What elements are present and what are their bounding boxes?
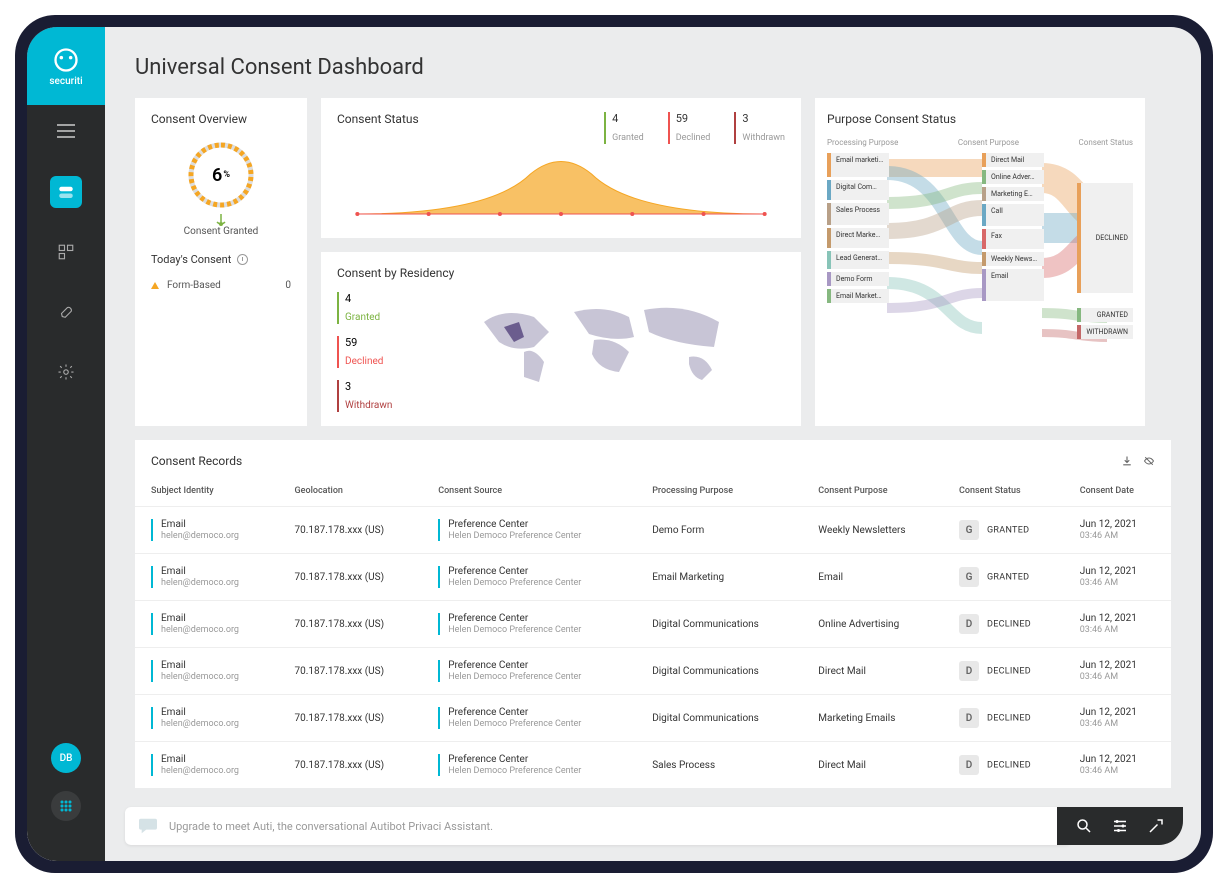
sidebar: securiti DB bbox=[27, 27, 105, 861]
brand-logo[interactable]: securiti bbox=[27, 27, 105, 105]
card-title: Consent Overview bbox=[151, 112, 291, 126]
hamburger-menu[interactable] bbox=[57, 123, 75, 142]
stat-declined: 59Declined bbox=[668, 112, 711, 144]
sankey-node: Call bbox=[982, 204, 1044, 226]
res-granted: 4Granted bbox=[337, 292, 392, 324]
card-title: Consent Status bbox=[337, 112, 419, 126]
card-title: Consent by Residency bbox=[337, 266, 785, 280]
clock-icon bbox=[237, 254, 248, 265]
table-row[interactable]: Emailhelen@democo.org70.187.178.xxx (US)… bbox=[135, 742, 1171, 789]
table-row[interactable]: Emailhelen@democo.org70.187.178.xxx (US)… bbox=[135, 695, 1171, 742]
table-header[interactable]: Consent Status bbox=[949, 478, 1070, 507]
search-icon[interactable] bbox=[1075, 817, 1093, 835]
sankey-node: WITHDRAWN bbox=[1077, 325, 1133, 339]
gauge-unit: % bbox=[223, 170, 230, 180]
card-purpose-consent-status: Purpose Consent Status Processing Purpos… bbox=[815, 98, 1145, 426]
sankey-node: GRANTED bbox=[1077, 308, 1133, 322]
res-withdrawn: 3Withdrawn bbox=[337, 380, 392, 412]
wrench-icon bbox=[57, 303, 75, 321]
stat-granted: 4Granted bbox=[604, 112, 644, 144]
logo-icon bbox=[52, 46, 80, 74]
sankey-header: Consent Purpose bbox=[958, 138, 1019, 147]
table-row[interactable]: Emailhelen@democo.org70.187.178.xxx (US)… bbox=[135, 507, 1171, 554]
table-row[interactable]: Emailhelen@democo.org70.187.178.xxx (US)… bbox=[135, 601, 1171, 648]
gauge-chart: 6% bbox=[184, 138, 258, 212]
user-avatar[interactable]: DB bbox=[51, 743, 81, 773]
assistant-text: Upgrade to meet Auti, the conversational… bbox=[169, 820, 493, 833]
sankey-node: DECLINED bbox=[1077, 183, 1133, 293]
sankey-node: Marketing E… bbox=[982, 187, 1044, 201]
records-table: Subject IdentityGeolocationConsent Sourc… bbox=[135, 478, 1171, 788]
apps-icon[interactable] bbox=[51, 791, 81, 821]
today-label: Today's Consent bbox=[151, 253, 231, 266]
sankey-node: Sales Process bbox=[827, 203, 889, 225]
card-consent-overview: Consent Overview 6% Consent Granted Toda… bbox=[135, 98, 307, 426]
card-consent-residency: Consent by Residency 4Granted 59Declined… bbox=[321, 252, 801, 426]
gear-icon bbox=[57, 363, 75, 381]
chat-icon bbox=[137, 817, 159, 835]
sankey-node: Weekly News… bbox=[982, 252, 1044, 266]
metric-label: Form-Based bbox=[167, 280, 221, 291]
sliders-icon[interactable] bbox=[1111, 817, 1129, 835]
sankey-node: Fax bbox=[982, 229, 1044, 249]
nav-item-tools[interactable] bbox=[50, 296, 82, 328]
main-content: Universal Consent Dashboard Consent Over… bbox=[105, 27, 1201, 861]
nav-item-consent[interactable] bbox=[50, 176, 82, 208]
table-row[interactable]: Emailhelen@democo.org70.187.178.xxx (US)… bbox=[135, 648, 1171, 695]
sankey-node: Digital Com… bbox=[827, 180, 889, 200]
toggle-icon bbox=[57, 183, 75, 201]
card-title: Purpose Consent Status bbox=[827, 112, 1133, 126]
res-declined: 59Declined bbox=[337, 336, 392, 368]
triangle-icon bbox=[151, 282, 159, 289]
sankey-node: Online Adver… bbox=[982, 170, 1044, 184]
world-map bbox=[422, 292, 785, 392]
visibility-off-icon[interactable] bbox=[1143, 455, 1155, 467]
card-consent-records: Consent Records Subject IdentityGeolocat… bbox=[135, 440, 1171, 788]
sankey-node: Demo Form bbox=[827, 272, 889, 286]
gauge-value: 6 bbox=[212, 165, 222, 186]
gauge-label: Consent Granted bbox=[184, 226, 259, 237]
expand-icon[interactable] bbox=[1147, 817, 1165, 835]
grid-icon bbox=[57, 243, 75, 261]
nav-item-settings[interactable] bbox=[50, 356, 82, 388]
page-title: Universal Consent Dashboard bbox=[135, 55, 1171, 80]
sankey-node: Lead Generat… bbox=[827, 251, 889, 269]
records-title: Consent Records bbox=[151, 454, 242, 468]
sankey-node: Email Market… bbox=[827, 289, 889, 303]
bell-curve-chart bbox=[337, 154, 785, 224]
metric-value: 0 bbox=[285, 280, 291, 291]
nav-item-dashboard[interactable] bbox=[50, 236, 82, 268]
sankey-header: Processing Purpose bbox=[827, 138, 898, 147]
table-header[interactable]: Subject Identity bbox=[135, 478, 285, 507]
bottom-toolbar bbox=[1057, 807, 1183, 845]
sankey-header: Consent Status bbox=[1079, 138, 1133, 147]
assistant-bar[interactable]: Upgrade to meet Auti, the conversational… bbox=[125, 807, 1071, 845]
sankey-node: Email marketi… bbox=[827, 153, 889, 177]
brand-text: securiti bbox=[49, 76, 82, 87]
sankey-chart: Email marketi… Digital Com… Sales Proces… bbox=[827, 153, 1133, 353]
card-consent-status: Consent Status 4Granted 59Declined 3With… bbox=[321, 98, 801, 238]
table-header[interactable]: Consent Date bbox=[1070, 478, 1171, 507]
sankey-node: Email bbox=[982, 269, 1044, 301]
table-row[interactable]: Emailhelen@democo.org70.187.178.xxx (US)… bbox=[135, 554, 1171, 601]
sankey-node: Direct Marke… bbox=[827, 228, 889, 248]
sankey-node: Direct Mail bbox=[982, 153, 1044, 167]
table-header[interactable]: Geolocation bbox=[285, 478, 429, 507]
table-header[interactable]: Consent Purpose bbox=[808, 478, 949, 507]
download-icon[interactable] bbox=[1121, 455, 1133, 467]
stat-withdrawn: 3Withdrawn bbox=[734, 112, 785, 144]
table-header[interactable]: Processing Purpose bbox=[642, 478, 808, 507]
table-header[interactable]: Consent Source bbox=[428, 478, 642, 507]
